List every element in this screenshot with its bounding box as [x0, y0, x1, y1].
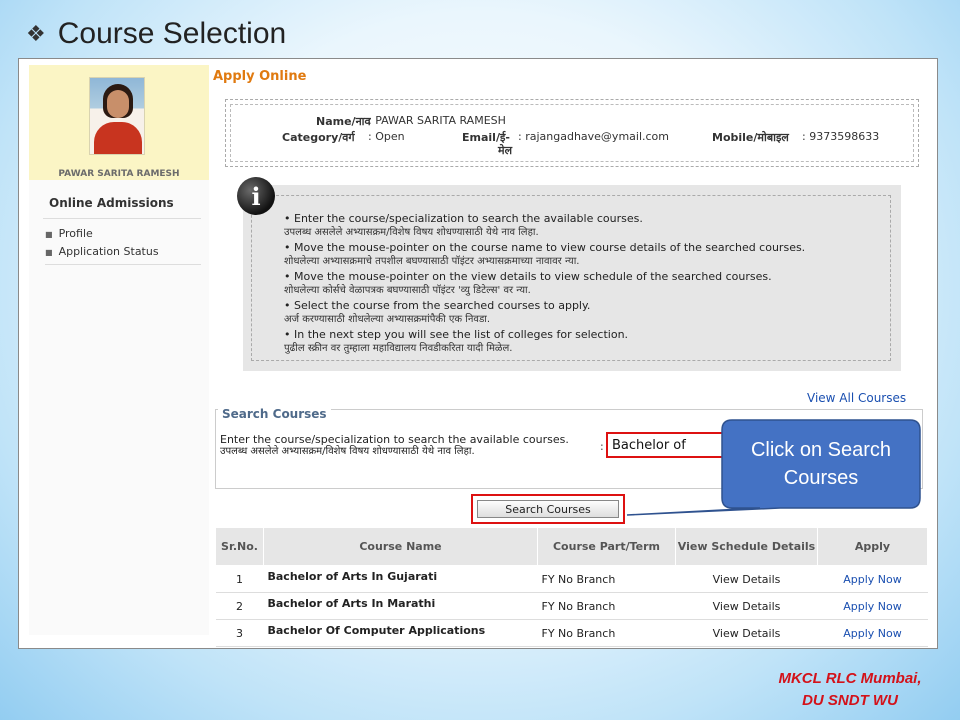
- footer-credit: MKCL RLC Mumbai, DU SNDT WU: [760, 668, 940, 712]
- cell-course-part: FY No Branch: [537, 565, 676, 593]
- footer-line: MKCL RLC Mumbai,: [778, 670, 922, 687]
- search-button-highlight: Search Courses: [471, 494, 625, 524]
- instruction-item: • Select the course from the searched co…: [284, 299, 591, 325]
- sidebar-item-profile[interactable]: ■ Profile: [45, 227, 209, 240]
- mobile-value: : 9373598633: [802, 130, 880, 143]
- cell-course-part: FY No Branch: [537, 619, 676, 647]
- cell-course-part: FY No Branch: [537, 592, 676, 620]
- sidebar-section-title: Online Admissions: [49, 196, 174, 210]
- col-header-srno: Sr.No.: [215, 527, 264, 566]
- instruction-item: • Enter the course/specialization to sea…: [284, 212, 643, 238]
- instruction-item: • In the next step you will see the list…: [284, 328, 629, 354]
- instructions-list: • Enter the course/specialization to sea…: [284, 212, 882, 357]
- mobile-label: Mobile/मोबाइल: [712, 131, 789, 144]
- profile-photo: [89, 77, 145, 155]
- square-bullet-icon: ■: [45, 229, 53, 239]
- table-row: 3 Bachelor Of Computer Applications FY N…: [215, 619, 928, 647]
- col-header-view-schedule: View Schedule Details: [675, 527, 818, 566]
- table-row: 2 Bachelor of Arts In Marathi FY No Bran…: [215, 592, 928, 620]
- info-icon: i: [237, 177, 275, 215]
- apply-now-link[interactable]: Apply Now: [817, 592, 928, 620]
- callout-text: Click on Search Courses: [750, 439, 892, 489]
- view-details-link[interactable]: View Details: [675, 619, 818, 647]
- diamond-bullet-icon: ❖: [26, 21, 46, 46]
- col-header-course-name: Course Name: [263, 527, 538, 566]
- sidebar-item-label: Profile: [58, 227, 93, 240]
- col-header-apply: Apply: [817, 527, 928, 566]
- cell-srno: 1: [215, 565, 264, 593]
- slide-title: ❖ Course Selection: [26, 14, 286, 54]
- course-name[interactable]: Bachelor Of Computer Applications: [263, 619, 538, 647]
- applicant-info-card: Name/नाव : PAWAR SARITA RAMESH Category/…: [225, 99, 919, 167]
- apply-now-link[interactable]: Apply Now: [817, 619, 928, 647]
- view-all-courses-link[interactable]: View All Courses: [807, 391, 906, 405]
- courses-table: Sr.No. Course Name Course Part/Term View…: [215, 527, 928, 647]
- email-label-line2: मेल: [498, 144, 513, 157]
- divider: [45, 264, 201, 265]
- sidebar: PAWAR SARITA RAMESH Online Admissions ■ P…: [29, 65, 209, 635]
- name-value: : PAWAR SARITA RAMESH: [368, 114, 506, 127]
- view-details-link[interactable]: View Details: [675, 592, 818, 620]
- instruction-item: • Move the mouse-pointer on the view det…: [284, 270, 772, 296]
- name-label: Name/नाव: [316, 115, 371, 128]
- footer-line: DU SNDT WU: [802, 692, 898, 709]
- course-name[interactable]: Bachelor of Arts In Gujarati: [263, 565, 538, 593]
- table-row: 1 Bachelor of Arts In Gujarati FY No Bra…: [215, 565, 928, 593]
- cell-srno: 2: [215, 592, 264, 620]
- search-legend: Search Courses: [218, 407, 331, 421]
- screenshot-frame: PAWAR SARITA RAMESH Online Admissions ■ P…: [18, 58, 938, 649]
- page-title: Apply Online: [213, 69, 307, 84]
- profile-name: PAWAR SARITA RAMESH: [58, 169, 180, 179]
- course-name[interactable]: Bachelor of Arts In Marathi: [263, 592, 538, 620]
- category-value: : Open: [368, 130, 405, 143]
- view-details-link[interactable]: View Details: [675, 565, 818, 593]
- profile-box: PAWAR SARITA RAMESH: [29, 65, 209, 180]
- cell-srno: 3: [215, 619, 264, 647]
- search-courses-button[interactable]: Search Courses: [477, 500, 619, 518]
- square-bullet-icon: ■: [45, 247, 53, 257]
- table-header-row: Sr.No. Course Name Course Part/Term View…: [215, 527, 928, 566]
- instructions-panel: • Enter the course/specialization to sea…: [243, 185, 901, 371]
- email-value: : rajangadhave@ymail.com: [518, 130, 669, 143]
- field-colon: :: [600, 440, 604, 453]
- slide-title-text: Course Selection: [57, 17, 287, 50]
- col-header-course-part: Course Part/Term: [537, 527, 676, 566]
- category-label: Category/वर्ग: [282, 131, 355, 144]
- apply-now-link[interactable]: Apply Now: [817, 565, 928, 593]
- sidebar-item-label: Application Status: [58, 245, 159, 258]
- search-description: Enter the course/specialization to searc…: [220, 433, 569, 458]
- sidebar-menu: ■ Profile ■ Application Status: [29, 219, 209, 265]
- sidebar-item-application-status[interactable]: ■ Application Status: [45, 245, 209, 258]
- instruction-item: • Move the mouse-pointer on the course n…: [284, 241, 806, 267]
